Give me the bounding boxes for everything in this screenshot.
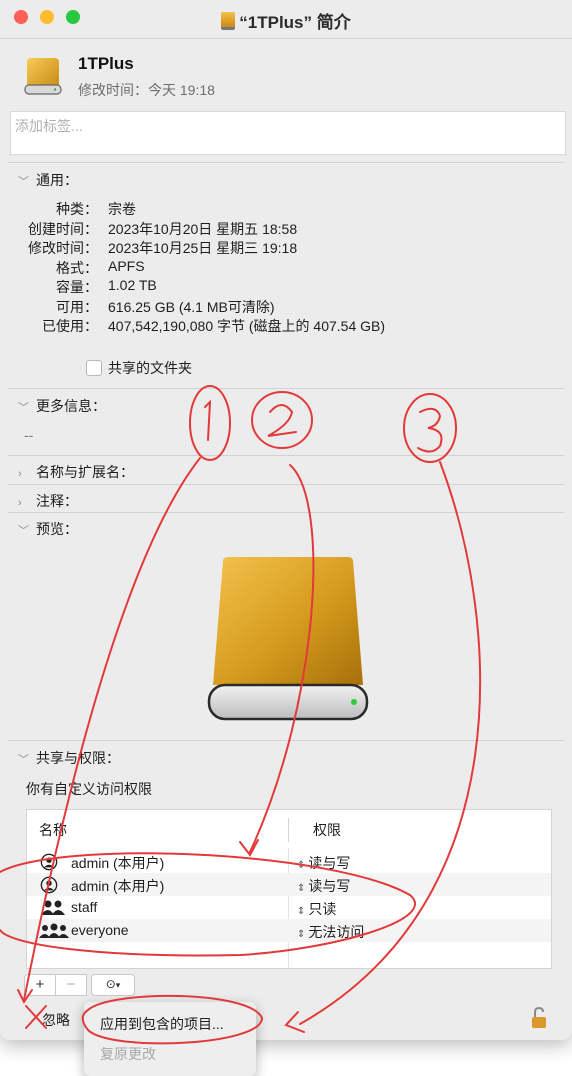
permission-value: 读与写 <box>308 878 351 894</box>
info-label: 种类： <box>56 201 98 217</box>
permission-row[interactable]: admin (本用户) ⇕ 读与写 <box>27 850 551 873</box>
lock-icon[interactable] <box>530 1006 548 1030</box>
permission-value: 读与写 <box>308 855 351 871</box>
user-icon <box>39 853 67 871</box>
general-info-row: 已使用： 407,542,190,080 字节 (磁盘上的 407.54 GB) <box>0 316 560 335</box>
ellipsis-circle-icon: ⊙ <box>105 977 116 991</box>
section-name-ext[interactable]: › 名称与扩展名： <box>18 462 134 482</box>
updown-chevron-icon: ⇕ <box>297 929 306 940</box>
disk-icon <box>221 12 236 30</box>
general-info-row: 种类： 宗卷 <box>0 199 560 218</box>
permission-select[interactable]: ⇕ 只读 <box>297 899 336 919</box>
info-label: 可用： <box>56 298 98 315</box>
divider <box>8 455 564 456</box>
column-header-name[interactable]: 名称 <box>39 820 67 840</box>
info-value: APFS <box>108 257 145 274</box>
permission-user-name: admin (本用户) <box>71 855 165 871</box>
permissions-table: 名称 权限 admin (本用户) ⇕ 读与写 admin (本用户) ⇕ 读与写 staf… <box>26 809 552 969</box>
tags-input[interactable]: 添加标签... <box>10 111 566 155</box>
action-context-menu: 应用到包含的项目... 复原更改 <box>84 1002 256 1076</box>
chevron-down-icon: ﹀ <box>18 754 29 766</box>
section-general[interactable]: ﹀ 通用： <box>18 170 78 190</box>
menu-item-apply-to-enclosed[interactable]: 应用到包含的项目... <box>84 1010 256 1038</box>
chevron-down-icon: ▾ <box>115 980 121 990</box>
section-sharing[interactable]: ﹀ 共享与权限： <box>18 748 120 768</box>
divider <box>8 388 564 389</box>
column-header-permission[interactable]: 权限 <box>313 820 341 840</box>
permission-value: 只读 <box>308 901 337 917</box>
permission-select[interactable]: ⇕ 读与写 <box>297 853 350 873</box>
permission-value: 无法访问 <box>308 924 365 940</box>
divider <box>8 162 564 163</box>
window-title: “1TPlus” 简介 <box>0 8 572 33</box>
permission-row[interactable]: everyone ⇕ 无法访问 <box>27 919 551 942</box>
info-label: 格式： <box>56 259 98 276</box>
shared-folder-label: 共享的文件夹 <box>108 360 192 376</box>
divider <box>8 740 564 741</box>
info-label: 已使用： <box>42 318 98 334</box>
permission-select[interactable]: ⇕ 无法访问 <box>297 922 364 942</box>
shared-folder-checkbox[interactable] <box>86 360 102 376</box>
action-menu-button[interactable]: ⊙▾ <box>91 974 135 996</box>
remove-user-button[interactable]: − <box>56 974 87 996</box>
group-icon <box>39 899 67 917</box>
chevron-down-icon: ﹀ <box>18 525 29 537</box>
section-more-info[interactable]: ﹀ 更多信息： <box>18 396 106 416</box>
chevron-down-icon: ﹀ <box>18 176 29 188</box>
user-icon <box>39 876 67 894</box>
general-info-row: 容量： 1.02 TB <box>0 277 560 296</box>
custom-access-note: 你有自定义访问权限 <box>26 781 152 797</box>
column-separator <box>288 818 289 842</box>
section-comments[interactable]: › 注释： <box>18 491 78 511</box>
title-bar: “1TPlus” 简介 <box>0 0 572 39</box>
menu-item-revert-changes[interactable]: 复原更改 <box>84 1040 256 1068</box>
info-label: 修改时间： <box>28 240 98 256</box>
volume-name: 1TPlus <box>78 54 134 73</box>
info-value: 2023年10月25日 星期三 19:18 <box>108 240 298 256</box>
info-value: 1.02 TB <box>108 277 157 293</box>
updown-chevron-icon: ⇕ <box>297 883 306 894</box>
section-preview[interactable]: ﹀ 预览： <box>18 519 78 539</box>
permissions-toolbar: + − ⊙▾ <box>24 974 135 996</box>
everyone-icon <box>39 922 69 940</box>
info-value: 616.25 GB (4.1 MB可清除) <box>108 298 275 315</box>
info-value: 407,542,190,080 字节 (磁盘上的 407.54 GB) <box>108 318 386 334</box>
drive-icon <box>24 58 62 95</box>
info-value: 2023年10月20日 星期五 18:58 <box>108 220 298 237</box>
permission-row[interactable]: admin (本用户) ⇕ 读与写 <box>27 873 551 896</box>
chevron-down-icon: ﹀ <box>18 402 29 414</box>
ignore-ownership-checkbox[interactable]: 忽略 <box>26 1010 70 1030</box>
updown-chevron-icon: ⇕ <box>297 906 306 917</box>
general-info-row: 修改时间： 2023年10月25日 星期三 19:18 <box>0 238 560 257</box>
info-value: 宗卷 <box>108 201 136 217</box>
general-info-row: 可用： 616.25 GB (4.1 MB可清除) <box>0 297 560 316</box>
permission-user-name: everyone <box>71 922 129 938</box>
permission-row[interactable]: staff ⇕ 只读 <box>27 896 551 919</box>
more-info-value: -- <box>24 427 34 443</box>
divider <box>8 512 564 513</box>
ignore-ownership-label: 忽略 <box>42 1012 70 1028</box>
info-label: 创建时间： <box>28 220 98 237</box>
chevron-right-icon: › <box>18 497 22 509</box>
info-window: “1TPlus” 简介 1TPlus 修改时间：今天 19:18 添加标签...… <box>0 0 572 1040</box>
empty-row <box>27 942 551 965</box>
info-label: 容量： <box>56 279 98 295</box>
modified-time: 修改时间：今天 19:18 <box>78 82 215 98</box>
general-info-row: 格式： APFS <box>0 258 560 277</box>
add-user-button[interactable]: + <box>24 974 56 996</box>
general-info-row: 创建时间： 2023年10月20日 星期五 18:58 <box>0 219 560 238</box>
permission-select[interactable]: ⇕ 读与写 <box>297 876 350 896</box>
divider <box>8 484 564 485</box>
permission-user-name: staff <box>71 899 98 915</box>
chevron-right-icon: › <box>18 468 22 480</box>
permission-user-name: admin (本用户) <box>71 878 165 894</box>
updown-chevron-icon: ⇕ <box>297 860 306 871</box>
drive-preview-image <box>207 557 369 721</box>
